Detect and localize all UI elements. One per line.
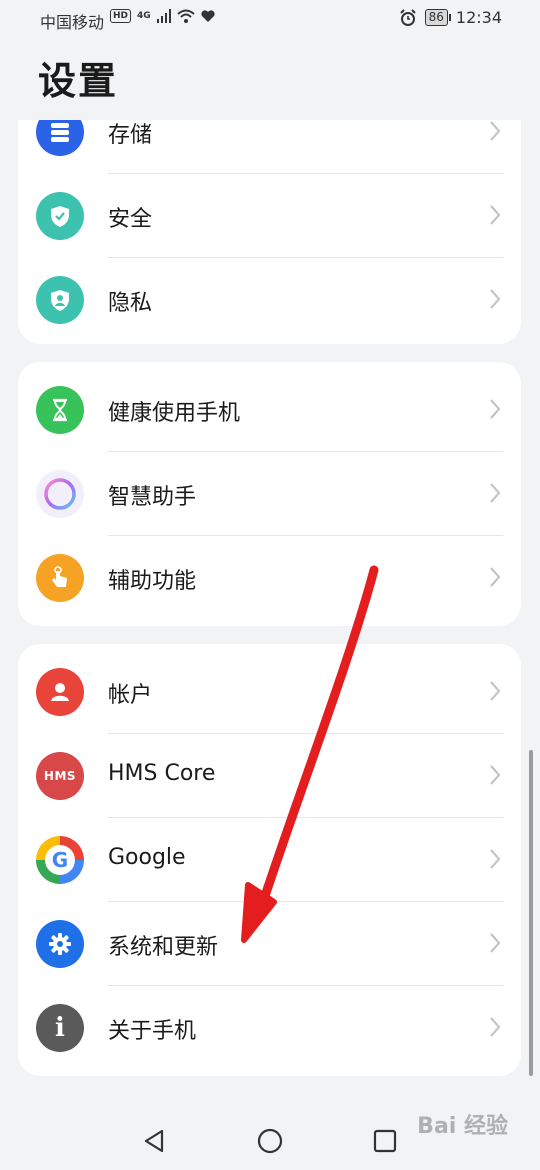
recents-square-icon[interactable] [370,1126,400,1156]
chevron-right-icon [490,1017,501,1037]
hms-icon: HMS [36,752,84,800]
network-type: 4G [137,11,151,21]
settings-item-storage[interactable]: 存储 [18,120,521,174]
account-icon [36,668,84,716]
privacy-icon [36,276,84,324]
info-icon: i [36,1004,84,1052]
info-icon-letter: i [55,1013,65,1043]
settings-item-privacy[interactable]: 隐私 [18,258,521,342]
hms-icon-text: HMS [43,769,77,783]
status-bar: 中国移动 HD 4G 86 12:34 [0,0,540,38]
settings-item-label: HMS Core [108,761,216,786]
settings-item-system-update[interactable]: 系统和更新 [18,902,521,986]
status-right: 86 12:34 [399,8,502,27]
wifi-icon [177,9,195,23]
chevron-right-icon [490,483,501,503]
settings-item-accessibility[interactable]: 辅助功能 [18,536,521,620]
signal-icon [156,9,171,23]
settings-item-about-phone[interactable]: i 关于手机 [18,986,521,1070]
back-triangle-icon[interactable] [140,1126,170,1156]
settings-item-label: 存储 [108,123,153,148]
chevron-right-icon [490,681,501,701]
hd-badge: HD [110,9,132,23]
settings-item-label: 关于手机 [108,1019,197,1044]
settings-item-label: 辅助功能 [108,569,197,594]
accessibility-hand-icon [36,554,84,602]
google-icon: G [36,836,84,884]
hourglass-icon [36,386,84,434]
settings-item-label: 系统和更新 [108,935,219,960]
settings-item-label: 帐户 [108,683,153,708]
carrier-name: 中国移动 [40,13,105,32]
settings-item-label: 隐私 [108,291,153,316]
settings-item-label: Google [108,845,186,870]
watermark: Bai 经验 [417,1114,508,1139]
settings-item-hms-core[interactable]: HMS HMS Core [18,734,521,818]
chevron-right-icon [490,399,501,419]
chevron-right-icon [490,933,501,953]
chevron-right-icon [490,205,501,225]
settings-item-account[interactable]: 帐户 [18,650,521,734]
settings-item-label: 健康使用手机 [108,401,241,426]
security-shield-icon [36,192,84,240]
chevron-right-icon [490,765,501,785]
settings-item-smart-assistant[interactable]: 智慧助手 [18,452,521,536]
alarm-icon [399,8,416,26]
settings-item-digital-balance[interactable]: 健康使用手机 [18,368,521,452]
settings-item-security[interactable]: 安全 [18,174,521,258]
settings-item-label: 安全 [108,207,153,232]
settings-item-label: 智慧助手 [108,485,197,510]
clock: 12:34 [455,8,502,27]
chevron-right-icon [490,849,501,869]
chevron-right-icon [490,121,501,141]
settings-item-google[interactable]: G Google [18,818,521,902]
signal-group: HD 4G [110,9,215,23]
settings-card-security: 存储 安全 隐私 [18,120,521,344]
scrollbar[interactable] [529,750,533,1076]
page-title: 设置 [38,59,119,103]
settings-card-assist: 健康使用手机 智慧助手 辅助功能 [18,362,521,626]
storage-icon [36,120,84,156]
heart-icon [201,9,215,22]
settings-card-system: 帐户 HMS HMS Core G Google 系统和更新 i 关于手机 [18,644,521,1076]
google-icon-letter: G [45,845,75,875]
chevron-right-icon [490,289,501,309]
battery-level: 86 [424,9,452,26]
assistant-ring-icon [36,470,84,518]
settings-list[interactable]: 存储 安全 隐私 健康使用手机 智慧助手 辅助功能 帐户 HMS HMS Cor… [0,120,540,1090]
chevron-right-icon [490,567,501,587]
home-circle-icon[interactable] [255,1126,285,1156]
gear-icon [36,920,84,968]
